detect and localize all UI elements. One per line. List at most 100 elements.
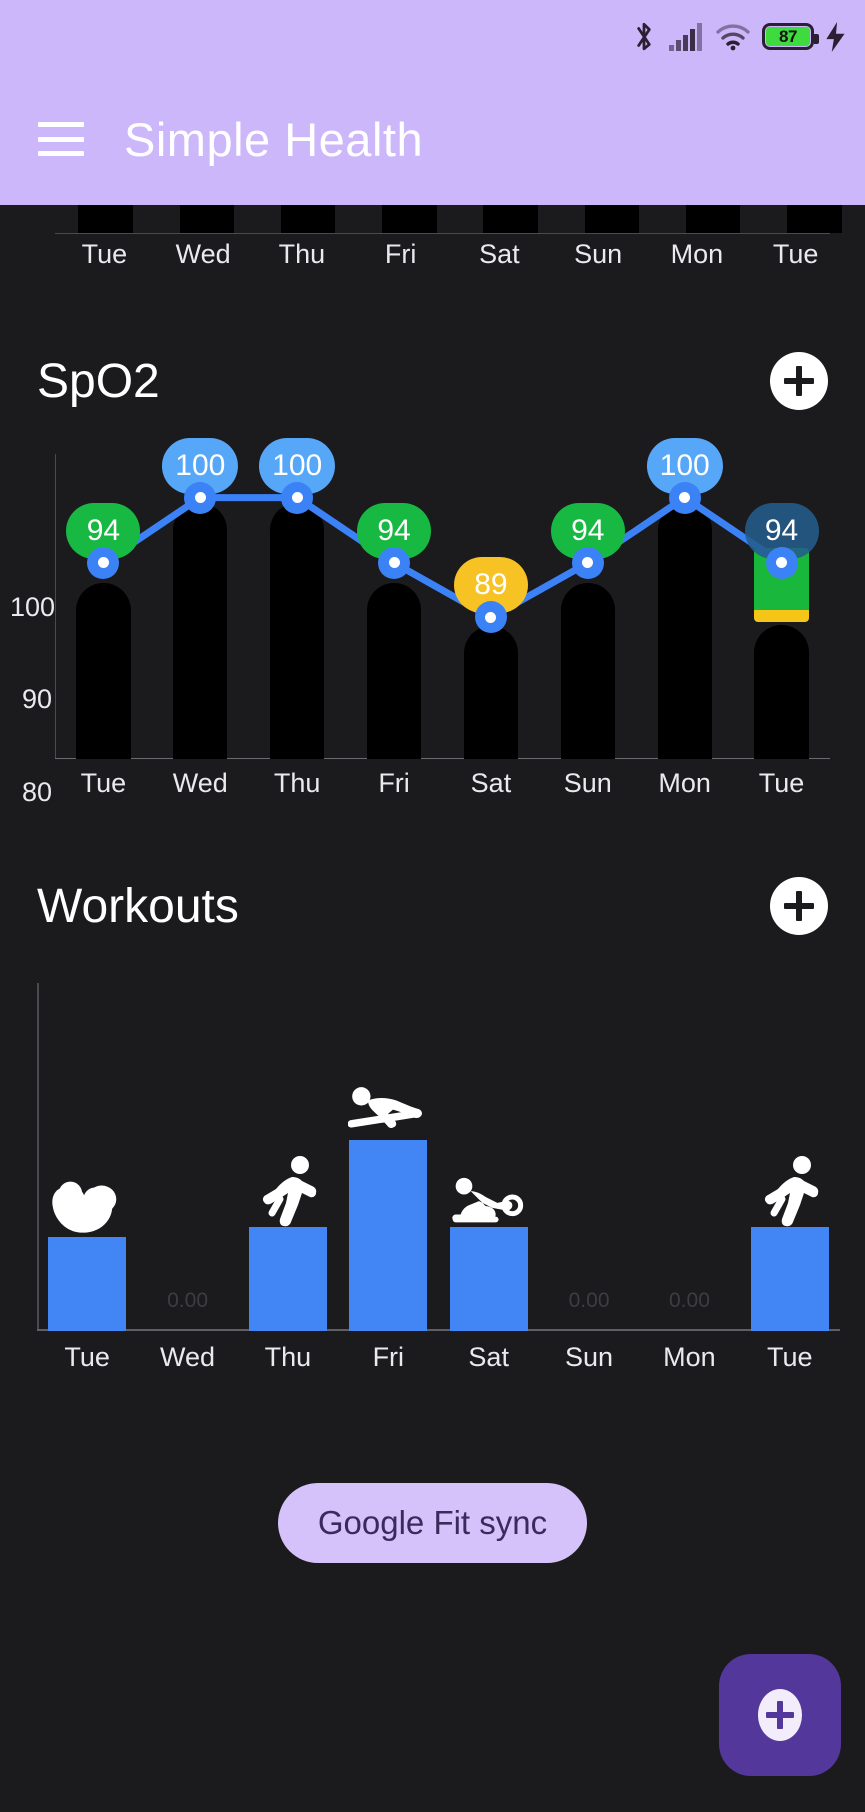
previous-chart-bar [663,205,764,233]
previous-chart-bar [55,205,156,233]
spo2-day-label: Fri [378,768,410,798]
previous-chart-day-label: Thu [278,239,326,269]
spo2-section-header: SpO2 [0,352,865,410]
bluetooth-icon [631,21,657,53]
previous-chart-partial: Tue Wed Thu Fri Sat Sun Mon Tue [0,205,865,290]
spo2-marker-layer: 94 100 100 94 89 94 100 94 [55,437,830,759]
workout-zero-label: 0.00 [669,1289,710,1312]
workouts-title: Workouts [37,879,239,933]
spo2-data-point[interactable] [184,481,217,514]
spo2-x-labels: Tue Wed Thu Fri Sat Sun Mon Tue [55,768,830,799]
workout-bar[interactable]: 0.00 [539,983,639,1331]
workout-bar-fill [48,1237,127,1331]
workout-bar-fill [349,1139,428,1331]
previous-chart-bars [55,205,865,233]
previous-chart-bar [156,205,257,233]
battery-percent: 87 [779,26,797,46]
previous-chart-day-label: Sun [574,239,623,269]
workout-zero-label: 0.00 [568,1289,610,1312]
spo2-plot-area: 94 100 100 94 89 94 100 94 [55,437,830,759]
workout-bar[interactable] [740,983,840,1331]
workouts-x-labels: Tue Wed Thu Fri Sat Sun Mon Tue [37,1342,840,1373]
spo2-data-point[interactable] [474,601,507,634]
battery-icon: 87 [762,23,819,50]
previous-chart-day-label: Fri [384,239,417,269]
previous-chart-day-label: Wed [175,239,231,269]
workout-bar[interactable]: 0.00 [137,983,237,1331]
bicep-curl-icon [47,1163,127,1243]
workouts-day-label: Fri [372,1342,405,1372]
page-title: Simple Health [124,112,424,166]
previous-chart-bar [460,205,561,233]
spo2-ytick-80: 80 [21,777,52,807]
workout-bar[interactable] [238,983,338,1331]
add-entry-fab[interactable] [719,1654,841,1776]
workouts-day-label: Sat [468,1342,509,1372]
workout-bar-fill [750,1226,829,1331]
app-bar: Simple Health [0,73,865,205]
pilates-icon [348,1066,428,1146]
charging-bolt-icon [825,21,847,52]
workout-bar[interactable] [37,983,137,1331]
spo2-day-label: Tue [758,768,805,798]
cellular-signal-icon [668,22,704,52]
previous-chart-day-label: Tue [81,239,128,269]
workouts-bars: 0.00 0.00 0.00 [37,983,840,1331]
spo2-data-point[interactable] [765,546,798,579]
spo2-chart[interactable]: 100 90 80 94 100 100 94 89 94 100 94 Tue Wed Thu F… [0,437,865,807]
running-icon [248,1153,328,1233]
workouts-plot-area: 0.00 0.00 0.00 [37,983,840,1331]
running-icon [750,1153,830,1233]
workouts-day-label: Sun [565,1342,614,1372]
previous-chart-bar [359,205,460,233]
workouts-section-header: Workouts [0,877,865,935]
workout-bar[interactable] [439,983,539,1331]
spo2-ytick-100: 100 [10,592,56,622]
workouts-add-button[interactable] [770,877,828,935]
previous-chart-bar [764,205,865,233]
workout-bar-fill [449,1226,528,1331]
spo2-data-point[interactable] [87,546,120,579]
status-bar: 87 [0,0,865,73]
workout-bar[interactable] [338,983,438,1331]
hamburger-menu-icon[interactable] [38,122,84,156]
scroll-content[interactable]: Tue Wed Thu Fri Sat Sun Mon Tue SpO2 100 90 80 [0,205,865,1812]
workout-bar[interactable]: 0.00 [639,983,739,1331]
previous-chart-day-label: Tue [772,239,819,269]
spo2-day-label: Sat [470,768,512,798]
previous-chart-bar [258,205,359,233]
spo2-day-label: Wed [172,768,228,798]
app-screen: 87 Simple Health Tue Wed Thu Fri Sat Sun Mon Tu… [0,0,865,1812]
spo2-day-label: Mon [658,768,711,798]
spo2-day-label: Thu [273,768,321,798]
spo2-add-button[interactable] [770,352,828,410]
spo2-title: SpO2 [37,354,160,408]
spo2-data-point[interactable] [668,481,701,514]
wifi-icon [715,22,751,52]
rowing-icon [449,1153,529,1233]
workouts-day-label: Thu [264,1342,312,1372]
spo2-data-point[interactable] [378,546,411,579]
workouts-day-label: Tue [64,1342,110,1372]
previous-chart-day-label: Mon [670,239,724,269]
previous-chart-day-labels: Tue Wed Thu Fri Sat Sun Mon Tue [55,239,845,270]
previous-chart-bar [561,205,662,233]
spo2-data-point[interactable] [571,546,604,579]
google-fit-sync-button[interactable]: Google Fit sync [277,1483,588,1563]
workouts-day-label: Mon [663,1342,716,1372]
spo2-data-point[interactable] [281,481,314,514]
plus-icon [784,366,814,396]
workout-bar-fill [248,1226,328,1331]
workouts-day-label: Wed [160,1342,216,1372]
plus-icon [758,1689,802,1741]
spo2-ytick-90: 90 [21,684,52,714]
previous-chart-axis [55,233,830,234]
spo2-day-label: Sun [563,768,612,798]
plus-icon [784,891,814,921]
workouts-day-label: Tue [767,1342,813,1372]
spo2-day-label: Tue [80,768,127,798]
workout-zero-label: 0.00 [167,1289,208,1312]
previous-chart-day-label: Sat [479,239,520,269]
workouts-chart[interactable]: 0.00 0.00 0.00 Tue Wed Thu Fri Sat Sun Mon Tue [0,983,865,1373]
sync-row: Google Fit sync [0,1483,865,1563]
